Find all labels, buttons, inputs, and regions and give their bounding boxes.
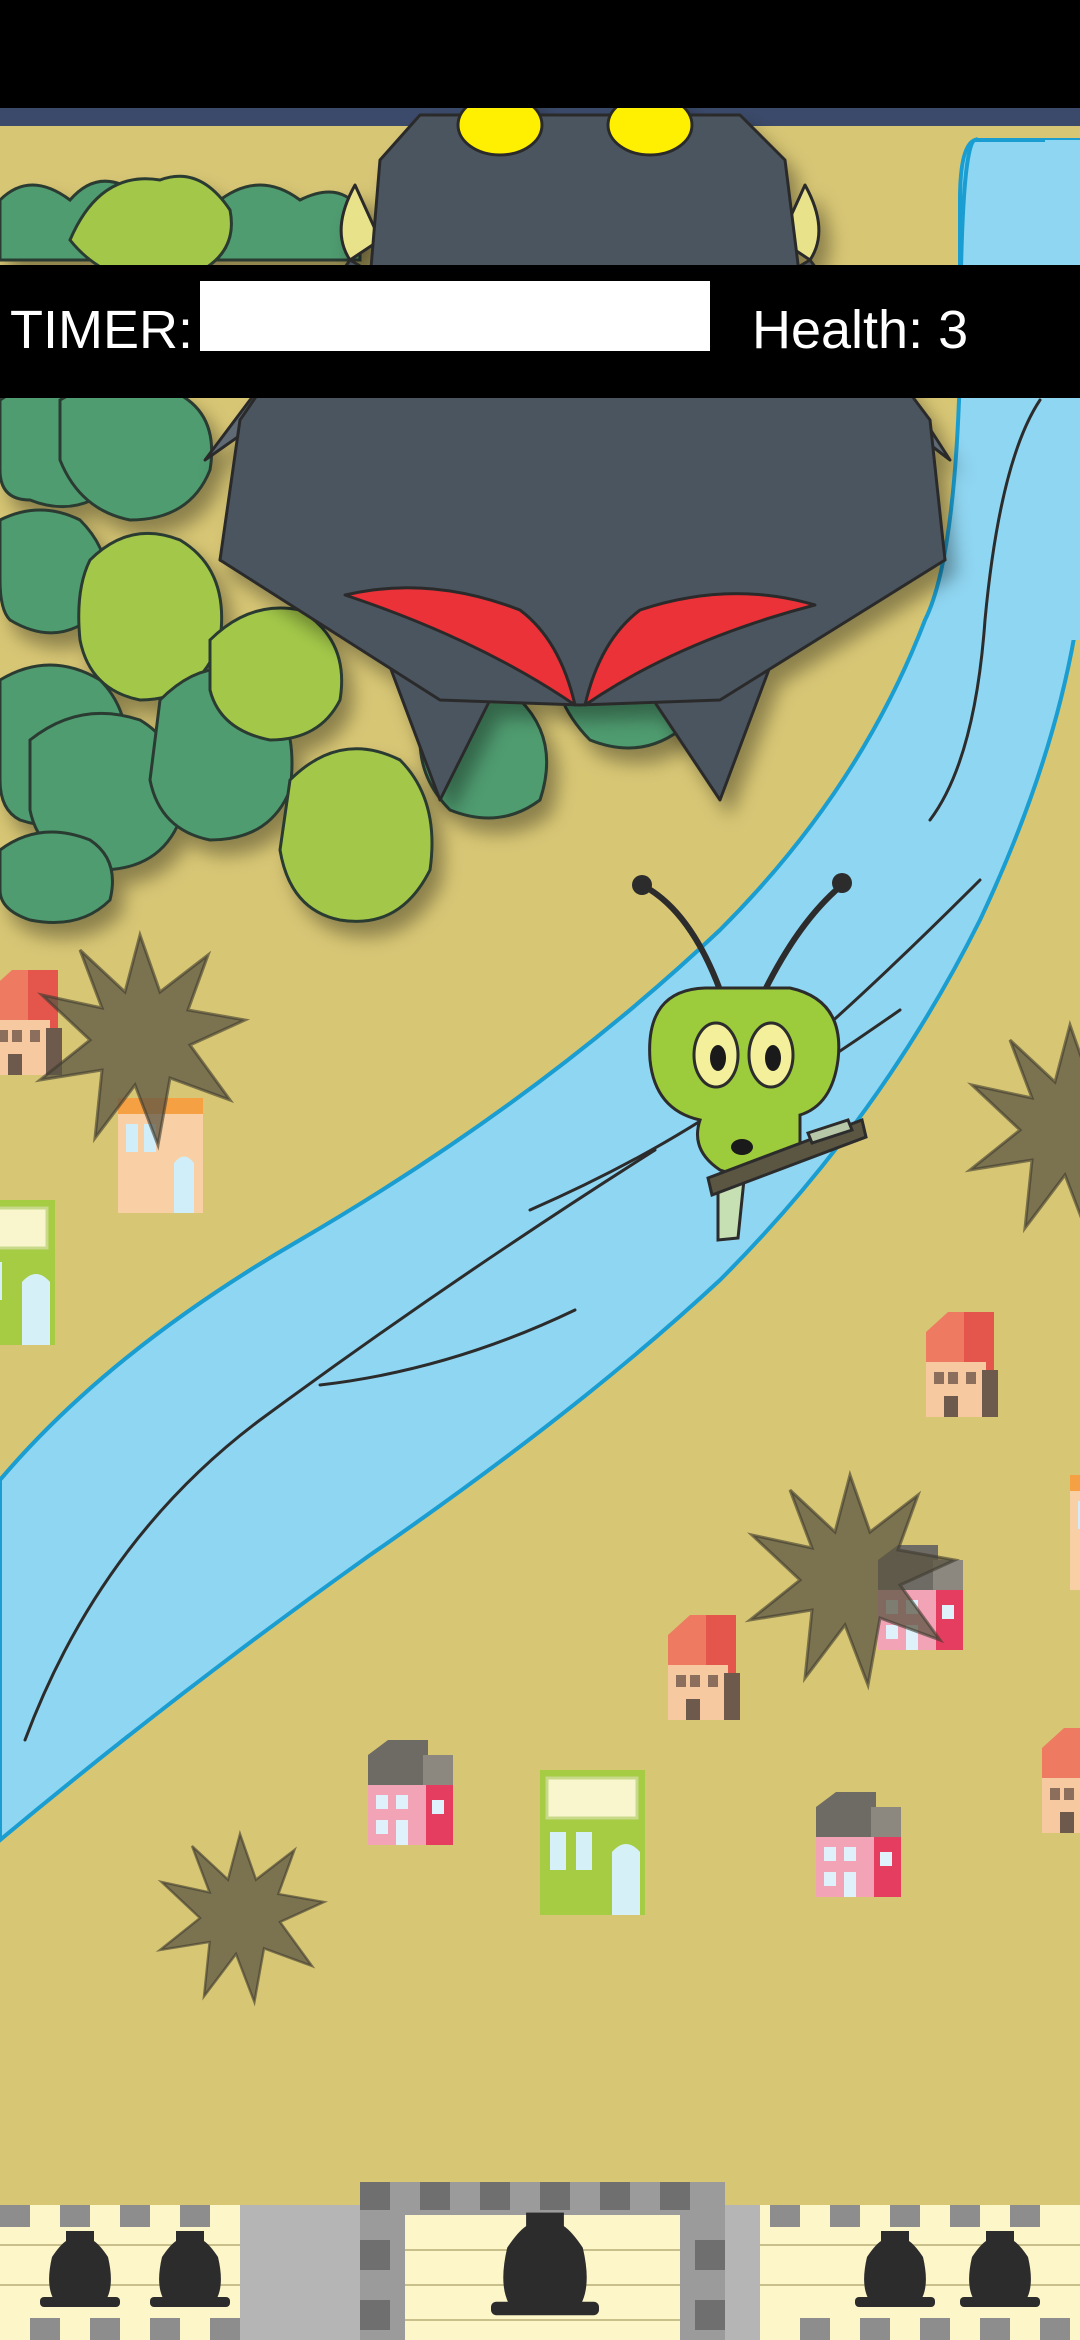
house-icon [816, 1792, 901, 1897]
house-icon [1042, 1728, 1080, 1833]
health-counter: Health: 3 [752, 300, 969, 360]
house-icon [0, 1198, 57, 1347]
house-icon [926, 1312, 998, 1417]
house-icon [538, 1768, 647, 1917]
house-icon [668, 1615, 740, 1720]
house-icon [368, 1740, 453, 1845]
house-icon [1070, 1475, 1080, 1590]
status-bar-area [0, 0, 1080, 108]
castle-wall [0, 2182, 1080, 2340]
timer-progress-bar [200, 281, 710, 351]
timer-progress-fill [200, 281, 710, 351]
hud-bar: TIMER: Health: 3 [0, 265, 1080, 398]
house-icon [0, 970, 62, 1075]
timer-label: TIMER: [10, 300, 193, 360]
